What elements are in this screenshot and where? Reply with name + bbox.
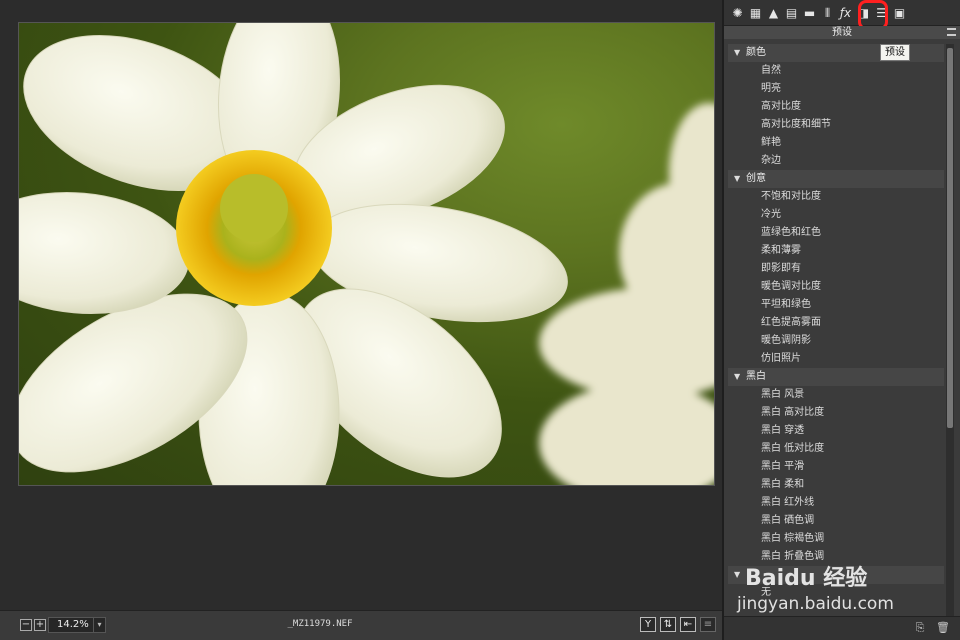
preset-group-label: 黑白	[746, 371, 766, 382]
expand-triangle-icon[interactable]: ▼	[734, 170, 740, 188]
adjustment-panel: ✺ ▦ ▲ ▤ ▬ ⦀ ƒx ◨ ☰ ▣ 预设 ▼ 颜色自然 明亮 高对比度 高对比度和…	[722, 0, 960, 640]
scrollbar[interactable]	[946, 44, 954, 616]
lens-icon[interactable]: ⦀	[820, 6, 835, 21]
preset-item[interactable]: 高对比度和细节	[728, 116, 944, 134]
preset-item[interactable]: 平坦和绿色	[728, 296, 944, 314]
panel-title: 预设	[724, 26, 960, 39]
flower-image	[19, 23, 714, 485]
panel-menu-icon[interactable]	[947, 28, 956, 36]
preset-item[interactable]: 不饱和对比度	[728, 188, 944, 206]
y-button[interactable]: Y	[640, 617, 656, 632]
panel-footer: ⎘ 🗑	[724, 616, 960, 640]
scrollbar-thumb[interactable]	[947, 48, 953, 428]
preset-item[interactable]: 即影即有	[728, 260, 944, 278]
menu-lines-icon[interactable]: ≡	[700, 617, 716, 632]
expand-triangle-icon[interactable]: ▼	[734, 368, 740, 386]
chevron-down-icon: ▾	[93, 618, 105, 632]
expand-triangle-icon[interactable]: ▼	[734, 44, 740, 62]
panel-toolbar: ✺ ▦ ▲ ▤ ▬ ⦀ ƒx ◨ ☰ ▣	[724, 0, 960, 30]
preset-item[interactable]: 黑白 红外线	[728, 494, 944, 512]
preset-item[interactable]: 暖色调对比度	[728, 278, 944, 296]
sync-button[interactable]: ⇅	[660, 617, 676, 632]
preset-group-header[interactable]: ▼	[728, 566, 944, 584]
preset-item[interactable]: 柔和薄雾	[728, 242, 944, 260]
preset-item[interactable]: 黑白 低对比度	[728, 440, 944, 458]
preset-item[interactable]: 蓝绿色和红色	[728, 224, 944, 242]
status-bar: − + 14.2% ▾ _MZ11979.NEF Y ⇅ ⇤ ≡	[0, 610, 722, 640]
file-name: _MZ11979.NEF	[287, 619, 353, 629]
tooltip: 预设	[880, 44, 910, 61]
aperture-icon[interactable]: ✺	[730, 6, 745, 21]
zoom-value: 14.2%	[57, 619, 89, 630]
trash-icon[interactable]: 🗑	[936, 622, 950, 634]
preset-item[interactable]: 冷光	[728, 206, 944, 224]
preset-group-label: 创意	[746, 173, 766, 184]
preset-list: ▼ 颜色 自然 明亮 高对比度 高对比度和细节 鲜艳 杂边 ▼ 创意 不饱和对比度 冷光 蓝绿色和红色柔…	[728, 44, 944, 616]
layers-icon[interactable]: ▣	[892, 6, 907, 21]
zoom-select[interactable]: 14.2% ▾	[48, 617, 106, 633]
zoom-out-button[interactable]: −	[20, 619, 32, 631]
preset-item[interactable]: 杂边	[728, 152, 944, 170]
preset-item[interactable]: 黑白 高对比度	[728, 404, 944, 422]
back-button[interactable]: ⇤	[680, 617, 696, 632]
levels-icon[interactable]: ▬	[802, 6, 817, 21]
preset-item[interactable]: 高对比度	[728, 98, 944, 116]
grid-icon[interactable]: ▦	[748, 6, 763, 21]
preset-item[interactable]: 明亮	[728, 80, 944, 98]
new-preset-icon[interactable]: ⎘	[914, 622, 926, 634]
preset-item[interactable]: 红色提高雾面	[728, 314, 944, 332]
preset-group-label: 颜色	[746, 47, 766, 58]
preset-group-header[interactable]: ▼ 创意	[728, 170, 944, 188]
preset-item[interactable]: 黑白 棕褐色调	[728, 530, 944, 548]
preset-group-header[interactable]: ▼ 黑白	[728, 368, 944, 386]
zoom-in-button[interactable]: +	[34, 619, 46, 631]
preset-item[interactable]: 黑白 折叠色调	[728, 548, 944, 566]
preset-item[interactable]: 黑白 柔和	[728, 476, 944, 494]
photo-preview[interactable]	[18, 22, 715, 486]
split-icon[interactable]: ▤	[784, 6, 799, 21]
preset-item[interactable]: 仿旧照片	[728, 350, 944, 368]
preset-item[interactable]: 黑白 风景	[728, 386, 944, 404]
preset-group-header[interactable]: ▼ 颜色	[728, 44, 944, 62]
expand-triangle-icon[interactable]: ▼	[734, 566, 740, 584]
preset-item[interactable]: 黑白 穿透	[728, 422, 944, 440]
preset-item[interactable]: 鲜艳	[728, 134, 944, 152]
image-viewer	[0, 0, 722, 610]
preset-item[interactable]: 无	[728, 584, 944, 602]
preset-item[interactable]: 自然	[728, 62, 944, 80]
preset-item[interactable]: 黑白 平滑	[728, 458, 944, 476]
fx-icon[interactable]: ƒx	[838, 6, 853, 21]
histogram-icon[interactable]: ▲	[766, 6, 781, 21]
app-window: − + 14.2% ▾ _MZ11979.NEF Y ⇅ ⇤ ≡ ✺ ▦ ▲ ▤…	[0, 0, 960, 640]
preset-item[interactable]: 暖色调阴影	[728, 332, 944, 350]
preset-item[interactable]: 黑白 硒色调	[728, 512, 944, 530]
